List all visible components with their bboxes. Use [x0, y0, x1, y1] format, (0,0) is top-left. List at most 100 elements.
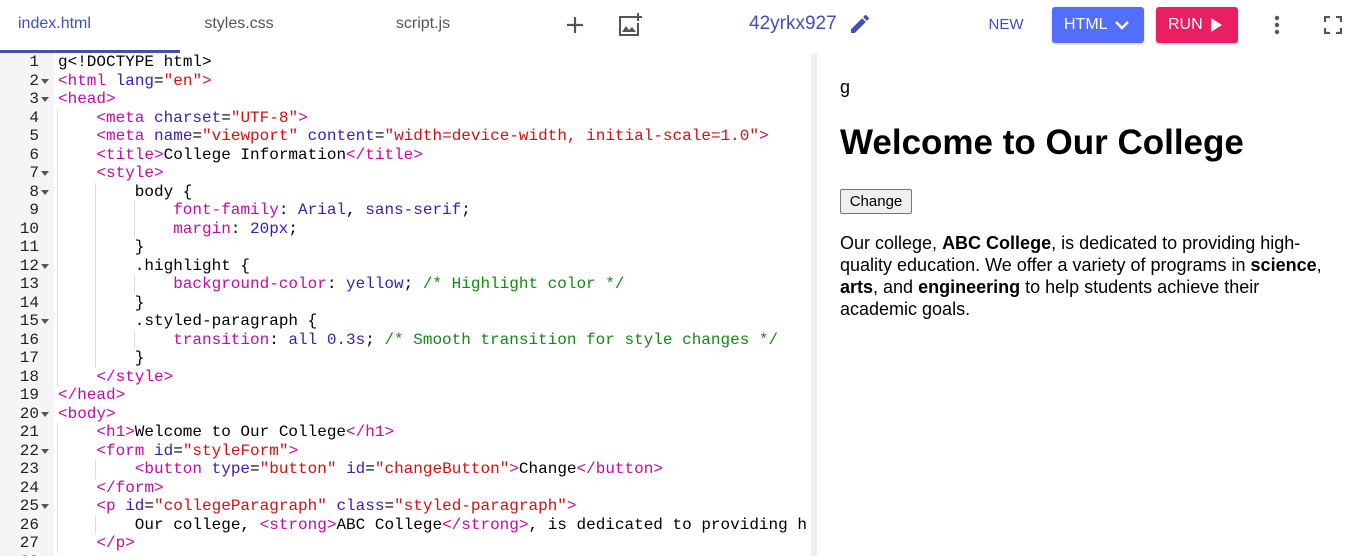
code-text: <form id="styleForm">	[96, 441, 299, 460]
indent-guide	[57, 423, 58, 442]
run-button[interactable]: RUN	[1156, 7, 1238, 43]
indent-guide	[133, 330, 135, 349]
code-line[interactable]: 17}	[0, 349, 811, 368]
indent-guide	[57, 349, 58, 368]
code-text: background-color: yellow; /* Highlight c…	[173, 275, 625, 293]
code-line[interactable]: 20 <body>	[0, 405, 811, 424]
code-line[interactable]: 6 <title>College Information</title>	[0, 145, 811, 164]
indent-guide	[57, 534, 58, 553]
code-text: </head>	[58, 386, 126, 404]
fold-arrow-icon[interactable]	[41, 78, 49, 84]
line-number: 5	[29, 127, 39, 145]
code-line[interactable]: 11}	[0, 238, 811, 257]
code-line[interactable]: 24 </form>	[0, 478, 811, 497]
fold-arrow-icon[interactable]	[41, 504, 49, 509]
chevron-down-icon	[1115, 21, 1129, 30]
tab-styles-css[interactable]: styles.css	[180, 0, 298, 53]
tab-index-html[interactable]: index.html	[0, 0, 180, 53]
indent-guide	[57, 108, 58, 127]
line-number: 22	[19, 441, 39, 460]
code-line[interactable]: 10 margin: 20px;	[0, 219, 811, 238]
code-line[interactable]: 26 Our college, <strong>ABC College</stro…	[0, 515, 811, 534]
indent-guide	[57, 478, 58, 497]
line-number: 8	[29, 182, 39, 201]
line-number: 12	[19, 256, 39, 275]
code-line[interactable]: 12 .highlight {	[0, 256, 811, 275]
code-text: <title>College Information</title>	[96, 145, 423, 164]
indent-guide	[95, 238, 97, 257]
indent-guide	[57, 182, 58, 201]
code-line[interactable]: 15 .styled-paragraph {	[0, 312, 811, 331]
fold-arrow-icon[interactable]	[41, 411, 49, 417]
preview-paragraph: Our college, ABC College, is dedicated t…	[840, 232, 1340, 320]
code-line[interactable]: 16 transition: all 0.3s; /* Smooth transi…	[0, 330, 811, 349]
fullscreen-icon[interactable]	[1317, 9, 1349, 41]
indent-guide	[57, 293, 58, 312]
code-text: g<!DOCTYPE html>	[58, 53, 212, 71]
indent-guide	[95, 330, 97, 349]
line-number: 20	[19, 404, 39, 423]
line-number: 14	[19, 293, 39, 312]
project-name[interactable]: 42yrkx927	[749, 13, 837, 35]
code-line[interactable]: 14}	[0, 293, 811, 312]
fold-arrow-icon[interactable]	[41, 319, 49, 324]
line-number: 27	[19, 534, 39, 552]
tab-script-js[interactable]: script.js	[364, 0, 482, 53]
plus-icon[interactable]	[559, 9, 591, 41]
code-editor[interactable]: 1 g<!DOCTYPE html> 2 <html lang="en"> 3 <head…	[0, 53, 811, 556]
add-image-icon[interactable]	[614, 9, 646, 41]
code-text: <head>	[58, 90, 116, 108]
code-line[interactable]: 19 </head>	[0, 386, 811, 405]
fold-arrow-icon[interactable]	[41, 189, 49, 195]
code-line[interactable]: 27 </p>	[0, 534, 811, 553]
code-text: Our college, <strong>ABC College</strong…	[134, 515, 807, 534]
code-line[interactable]: 21 <h1>Welcome to Our College</h1>	[0, 423, 811, 442]
code-text: margin: 20px;	[173, 219, 299, 238]
line-number: 1	[29, 53, 39, 71]
line-number: 18	[19, 367, 39, 386]
code-text: body {	[134, 182, 193, 201]
line-number: 6	[29, 145, 39, 164]
fold-arrow-icon[interactable]	[41, 171, 49, 176]
code-line[interactable]: 3 <head>	[0, 90, 811, 109]
code-line[interactable]: 1 g<!DOCTYPE html>	[0, 53, 811, 72]
code-line[interactable]: 28	[0, 553, 811, 556]
code-line[interactable]: 25 <p id="collegeParagraph" class="styled…	[0, 497, 811, 516]
code-line[interactable]: 13 background-color: yellow; /* Highlight…	[0, 275, 811, 294]
code-text: font-family: Arial, sans-serif;	[173, 201, 471, 219]
bold-text: science	[1250, 255, 1317, 275]
indent-guide	[95, 201, 97, 220]
paragraph-text: , and	[873, 277, 919, 297]
code-line[interactable]: 7 <style>	[0, 164, 811, 183]
fold-arrow-icon[interactable]	[41, 97, 49, 102]
run-label: RUN	[1168, 16, 1203, 33]
indent-guide	[57, 219, 58, 238]
language-select-button[interactable]: HTML	[1052, 7, 1144, 43]
new-button[interactable]: NEW	[982, 9, 1030, 41]
indent-guide	[95, 219, 97, 238]
indent-guide	[57, 145, 58, 164]
pencil-icon[interactable]	[848, 12, 872, 36]
fold-arrow-icon[interactable]	[41, 263, 49, 269]
fold-arrow-icon[interactable]	[41, 448, 49, 454]
indent-guide	[95, 256, 97, 275]
play-icon	[1211, 18, 1222, 32]
code-line[interactable]: 22 <form id="styleForm">	[0, 441, 811, 460]
code-line[interactable]: 8 body {	[0, 182, 811, 201]
language-label: HTML	[1064, 16, 1108, 33]
code-line[interactable]: 18 </style>	[0, 367, 811, 386]
indent-guide	[95, 312, 97, 331]
code-line[interactable]: 2 <html lang="en">	[0, 72, 811, 91]
code-line[interactable]: 5 <meta name="viewport" content="width=de…	[0, 127, 811, 146]
line-number: 9	[29, 201, 39, 219]
bold-text: arts	[840, 277, 874, 297]
indent-guide	[57, 330, 58, 349]
code-line[interactable]: 9 font-family: Arial, sans-serif;	[0, 201, 811, 220]
line-number: 19	[19, 386, 39, 404]
more-vert-icon[interactable]	[1261, 9, 1293, 41]
line-number: 24	[19, 478, 39, 497]
indent-guide	[57, 238, 58, 257]
change-button[interactable]: Change	[840, 189, 912, 214]
code-line[interactable]: 4 <meta charset="UTF-8">	[0, 108, 811, 127]
code-line[interactable]: 23 <button type="button" id="changeButton…	[0, 460, 811, 479]
